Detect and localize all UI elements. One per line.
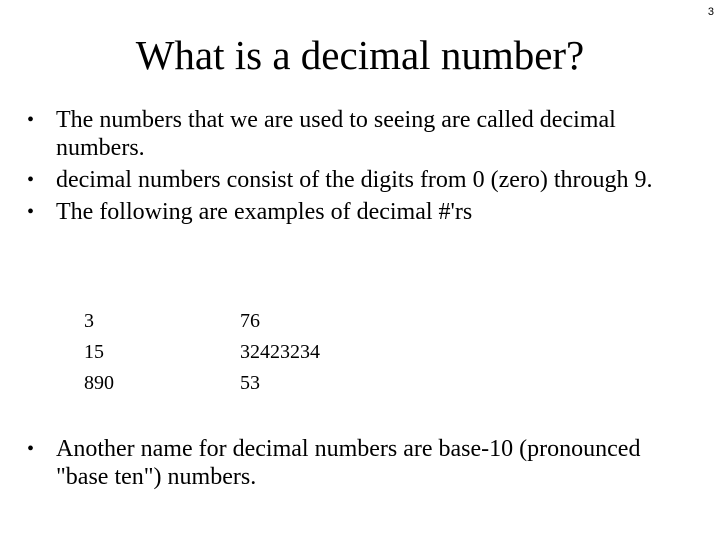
bullet-item: • The numbers that we are used to seeing… bbox=[0, 106, 720, 162]
bullet-item: • The following are examples of decimal … bbox=[0, 198, 720, 226]
bullet-item: • decimal numbers consist of the digits … bbox=[0, 166, 720, 194]
example-number: 76 bbox=[240, 310, 260, 332]
example-number: 32423234 bbox=[240, 341, 320, 363]
bullet-icon: • bbox=[27, 169, 35, 191]
examples-table: 3 15 890 76 32423234 53 bbox=[84, 306, 320, 399]
bullet-list: • The numbers that we are used to seeing… bbox=[0, 106, 720, 230]
examples-column-1: 3 15 890 bbox=[84, 306, 240, 399]
bullet-icon: • bbox=[27, 109, 35, 131]
bullet-icon: • bbox=[27, 438, 35, 460]
example-number: 15 bbox=[84, 341, 104, 363]
slide-title: What is a decimal number? bbox=[135, 32, 585, 78]
example-number: 3 bbox=[84, 310, 94, 332]
example-number: 53 bbox=[240, 372, 260, 394]
page-number: 3 bbox=[707, 6, 714, 18]
bullet-text: The following are examples of decimal #'… bbox=[56, 199, 473, 225]
bullet-item: • Another name for decimal numbers are b… bbox=[0, 435, 720, 491]
bullet-text: The numbers that we are used to seeing a… bbox=[56, 107, 616, 161]
bullet-list-final: • Another name for decimal numbers are b… bbox=[0, 435, 720, 495]
bullet-text: decimal numbers consist of the digits fr… bbox=[56, 167, 653, 193]
bullet-text: Another name for decimal numbers are bas… bbox=[56, 436, 641, 490]
example-number: 890 bbox=[84, 372, 114, 394]
bullet-icon: • bbox=[27, 201, 35, 223]
examples-column-2: 76 32423234 53 bbox=[240, 306, 320, 399]
